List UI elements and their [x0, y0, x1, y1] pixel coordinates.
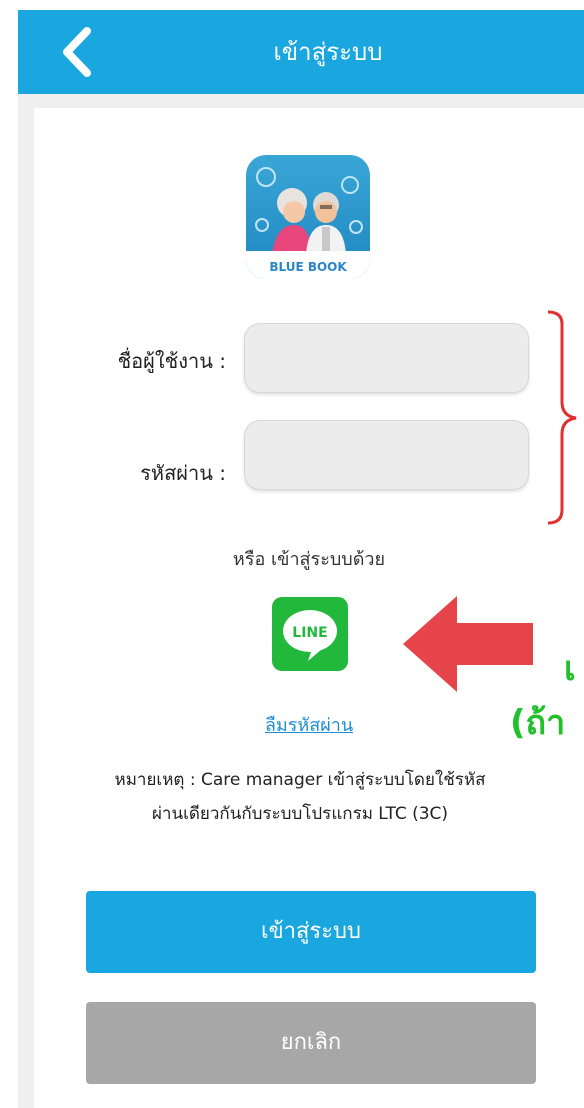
alt-login-text: หรือ เข้าสู่ระบบด้วย	[232, 549, 386, 570]
back-button[interactable]	[46, 22, 106, 82]
arrow-left-icon	[403, 596, 533, 692]
line-login-button[interactable]: LINE	[272, 597, 348, 671]
header-bar: เข้าสู่ระบบ	[18, 10, 584, 94]
forgot-password-link[interactable]: ลืมรหัสผ่าน	[34, 710, 584, 739]
login-button[interactable]: เข้าสู่ระบบ	[86, 891, 536, 973]
password-field[interactable]	[244, 420, 529, 490]
page-title: เข้าสู่ระบบ	[273, 38, 383, 66]
logo-caption: BLUE BOOK	[269, 260, 347, 274]
elderly-couple-logo-icon: BLUE BOOK	[246, 155, 370, 279]
username-label: ชื่อผู้ใช้งาน :	[117, 349, 226, 373]
note-line-2: ผ่านเดียวกันกับระบบโปรแกรม LTC (3C)	[151, 804, 449, 824]
cancel-button[interactable]: ยกเลิก	[86, 1002, 536, 1084]
line-label: LINE	[292, 625, 327, 641]
bracket-annotation	[547, 310, 577, 525]
note-line-1: หมายเหตุ : Care manager เข้าสู่ระบบโดยใช…	[114, 770, 486, 790]
annotation-text-1: เ	[564, 649, 576, 689]
app-logo: BLUE BOOK	[246, 155, 370, 279]
chevron-left-icon	[63, 27, 91, 77]
line-icon: LINE	[283, 610, 337, 661]
username-field[interactable]	[244, 323, 529, 393]
login-screen: เข้าสู่ระบบ BLUE BOOK ชื่อผู้ใช้งาน: รห…	[0, 0, 584, 1108]
note-text: หมายเหตุ : Care manager เข้าสู่ระบบโดยใช…	[40, 763, 560, 831]
password-label: รหัสผ่าน :	[140, 461, 226, 485]
